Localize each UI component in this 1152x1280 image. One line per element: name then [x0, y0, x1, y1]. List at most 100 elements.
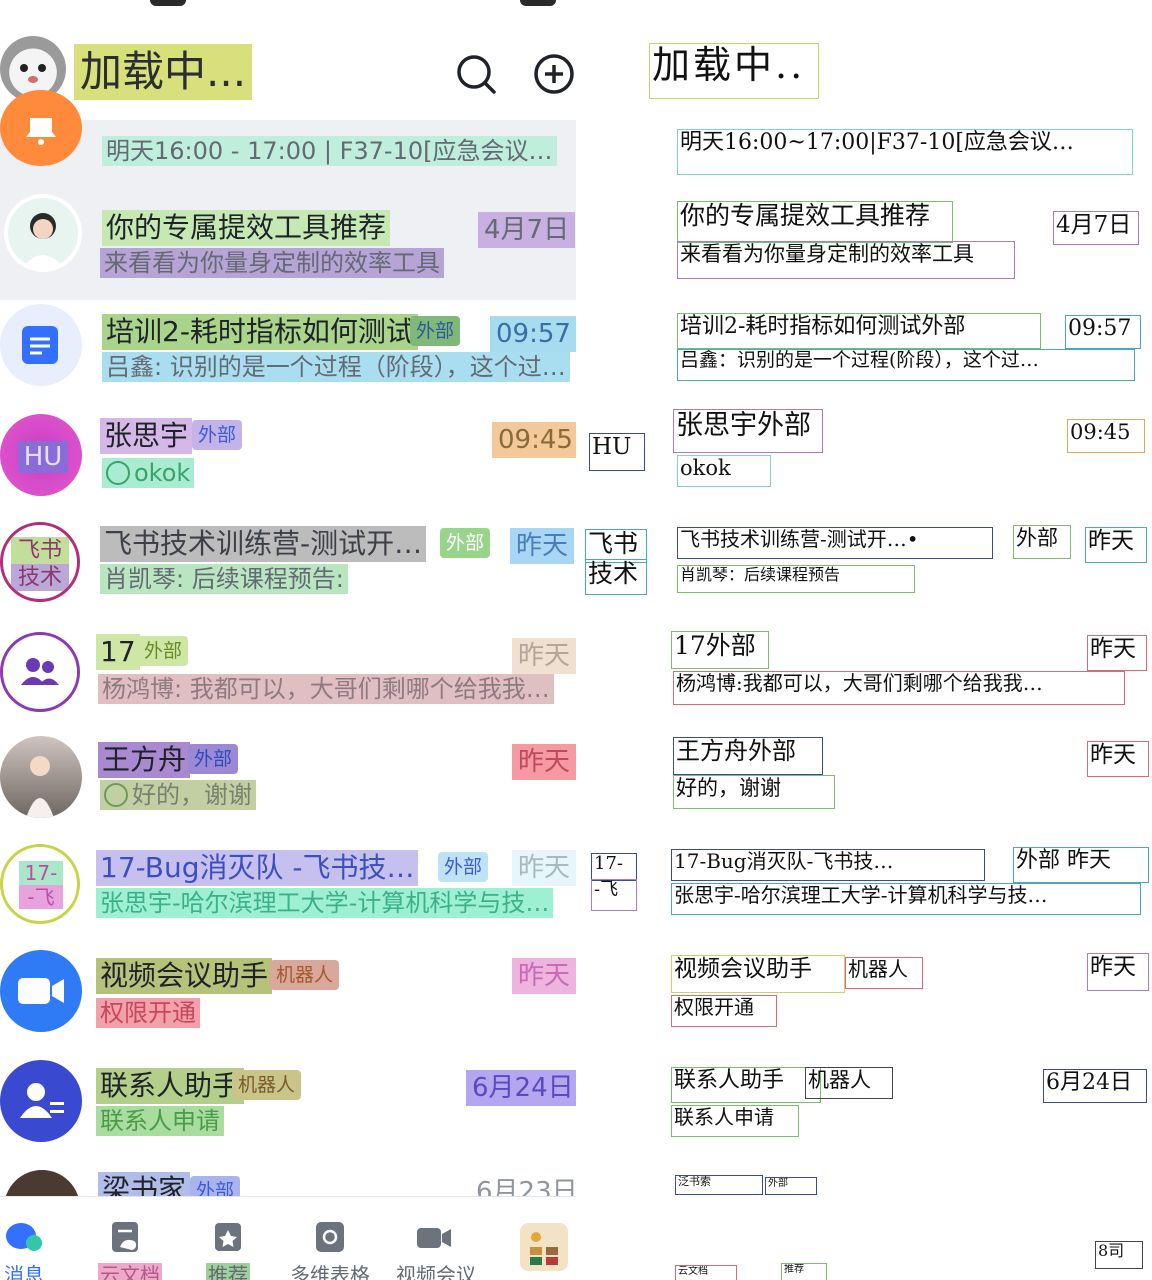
- apps-grid-icon: [520, 1223, 568, 1271]
- chat-subtitle: 明天16:00 - 17:00 | F37-10[应急会议…: [102, 136, 557, 166]
- ocr-line: 4月7日: [1053, 211, 1139, 245]
- chat-row[interactable]: 你的专属提效工具推荐 4月7日 来看看为你量身定制的效率工具: [0, 182, 576, 300]
- chat-time: 6月23日: [476, 1177, 576, 1196]
- check-circle-icon: [106, 461, 130, 485]
- chat-row[interactable]: 王方舟 外部 昨天 好的，谢谢: [0, 732, 576, 842]
- chat-row[interactable]: HU 张思宇 外部 09:45 okok: [0, 408, 576, 518]
- ocr-line: 肖凯琴：后续课程预告: [677, 565, 915, 593]
- external-tag: 外部: [138, 636, 189, 666]
- avatar: 17- -飞: [0, 844, 80, 924]
- ocr-line: 张思宇-哈尔滨理工大学-计算机科学与技…: [671, 883, 1141, 915]
- external-tag: 外部: [410, 316, 461, 346]
- chat-row[interactable]: 联系人助手 机器人 6月24日 联系人申请: [0, 1058, 576, 1168]
- avatar-initials: 17- -飞: [19, 861, 63, 909]
- chat-subtitle: 张思宇-哈尔滨理工大学-计算机科学与技…: [96, 888, 554, 918]
- recommend-icon: [215, 1223, 241, 1251]
- chat-row[interactable]: 飞书 技术 飞书技术训练营-测试开… 外部 昨天 肖凯琴: 后续课程预告:: [0, 516, 576, 626]
- chat-row[interactable]: 培训2-耗时指标如何测试 外部 09:57 吕鑫: 识别的是一个过程（阶段），这…: [0, 300, 576, 410]
- chat-subtitle: 来看看为你量身定制的效率工具: [100, 248, 444, 278]
- status-indicator: [520, 0, 556, 6]
- chat-subtitle: 肖凯琴: 后续课程预告:: [100, 564, 348, 594]
- chat-time: 09:45: [492, 422, 576, 458]
- chat-title: 梁书家: [98, 1172, 191, 1196]
- chat-row[interactable]: 明天16:00 - 17:00 | F37-10[应急会议…: [0, 90, 576, 182]
- status-indicator: [150, 0, 186, 6]
- external-tag: 外部: [438, 852, 489, 882]
- avatar: HU: [0, 414, 82, 496]
- ocr-line: 8司: [1095, 1241, 1143, 1269]
- chat-title: 培训2-耗时指标如何测试: [102, 314, 418, 350]
- app-screen: 加载中... 明天16:00 - 17:00 | F37-10[应急会议… 你的…: [0, 0, 576, 1280]
- ocr-line: 外部: [765, 1177, 817, 1195]
- ocr-line: 17-: [591, 853, 637, 881]
- avatar: [4, 194, 82, 272]
- ocr-line: 昨天: [1087, 741, 1149, 777]
- video-camera-icon: [0, 950, 82, 1032]
- ocr-line: 视频会议助手: [671, 955, 845, 993]
- ocr-line: 技术: [585, 559, 647, 595]
- chat-time: 昨天: [512, 850, 576, 886]
- tab-label: 云文档: [98, 1263, 162, 1280]
- ocr-line: 昨天: [1087, 953, 1149, 991]
- ocr-line: 17-Bug消灭队-飞书技…: [671, 849, 985, 881]
- status-bar: [0, 0, 576, 8]
- ocr-line: 17外部: [671, 631, 769, 669]
- ocr-line: 机器人: [805, 1067, 893, 1099]
- chat-time: 4月7日: [478, 212, 576, 248]
- header: 加载中...: [0, 30, 576, 120]
- search-icon[interactable]: [454, 52, 498, 96]
- ocr-line: 吕鑫：识别的是一个过程(阶段），这个过…: [677, 349, 1135, 381]
- chat-title: 你的专属提效工具推荐: [102, 210, 391, 246]
- bot-tag: 机器人: [270, 960, 340, 990]
- chat-title: 飞书技术训练营-测试开…: [100, 526, 427, 562]
- avatar-initials: HU: [18, 441, 68, 473]
- message-icon: [6, 1223, 42, 1251]
- chat-title: 张思宇: [100, 418, 193, 454]
- avatar: [0, 736, 82, 818]
- cloud-doc-icon: [112, 1222, 138, 1252]
- ocr-line: 联系人申请: [671, 1105, 799, 1137]
- ocr-line: 昨天: [1087, 635, 1147, 671]
- bot-tag: 机器人: [232, 1070, 302, 1100]
- tab-label: 推荐: [206, 1263, 250, 1280]
- add-contact-icon: [0, 1060, 82, 1142]
- tab-label: 视频会议: [396, 1263, 476, 1280]
- avatar: 飞书 技术: [0, 522, 80, 602]
- external-tag: 外部: [440, 528, 491, 558]
- ocr-line: 09:57: [1065, 315, 1141, 349]
- chat-time: 昨天: [512, 744, 576, 780]
- ocr-line: 杨鸿博:我都可以，大哥们剩哪个给我我…: [673, 671, 1125, 705]
- chat-row[interactable]: 17- -飞 17-Bug消灭队 -飞书技… 外部 昨天 张思宇-哈尔滨理工大学-…: [0, 840, 576, 950]
- video-icon: [417, 1228, 451, 1248]
- ocr-line: 昨天: [1085, 527, 1147, 563]
- chat-time: 昨天: [512, 638, 576, 674]
- ocr-line: 09:45: [1067, 419, 1145, 453]
- chat-title: 视频会议助手: [96, 958, 273, 994]
- document-icon: [0, 304, 82, 386]
- chat-subtitle: 吕鑫: 识别的是一个过程（阶段），这个过…: [102, 352, 570, 382]
- ocr-line: 机器人: [845, 957, 923, 989]
- bottom-tab-bar: 消息 云文档 推荐 多维表格 视频会议: [0, 1196, 576, 1280]
- check-circle-icon: [104, 783, 128, 807]
- plus-circle-icon[interactable]: [532, 52, 576, 96]
- chat-title: 联系人助手: [96, 1068, 245, 1104]
- chat-row[interactable]: 17 外部 昨天 杨鸿博: 我都可以，大哥们剩哪个给我我…: [0, 624, 576, 734]
- ocr-line: 明天16:00~17:00|F37-10[应急会议…: [677, 129, 1133, 175]
- external-tag: 外部: [192, 420, 243, 450]
- external-tag: 外部: [188, 744, 239, 774]
- chat-row[interactable]: 视频会议助手 机器人 昨天 权限开通: [0, 948, 576, 1058]
- ocr-line: 云文档: [675, 1265, 737, 1280]
- chat-row[interactable]: 梁书家 外部 6月23日: [0, 1166, 576, 1196]
- ocr-line: 外部: [1013, 525, 1071, 559]
- ocr-line: 权限开通: [671, 995, 777, 1027]
- chat-time: 昨天: [512, 958, 576, 994]
- ocr-overlay-panel: 加载中.. 明天16:00~17:00|F37-10[应急会议… 你的专属提效工…: [576, 0, 1152, 1280]
- chat-title: 王方舟: [98, 742, 191, 778]
- chat-time: 昨天: [510, 528, 575, 564]
- ocr-line: 飞书: [585, 529, 647, 563]
- ocr-line: -飞: [591, 879, 637, 911]
- ocr-line: 飞书技术训练营-测试开…•: [677, 527, 993, 559]
- chat-subtitle: 联系人申请: [96, 1106, 224, 1136]
- base-table-icon: [316, 1222, 344, 1252]
- avatar-initials: 飞书 技术: [11, 537, 69, 591]
